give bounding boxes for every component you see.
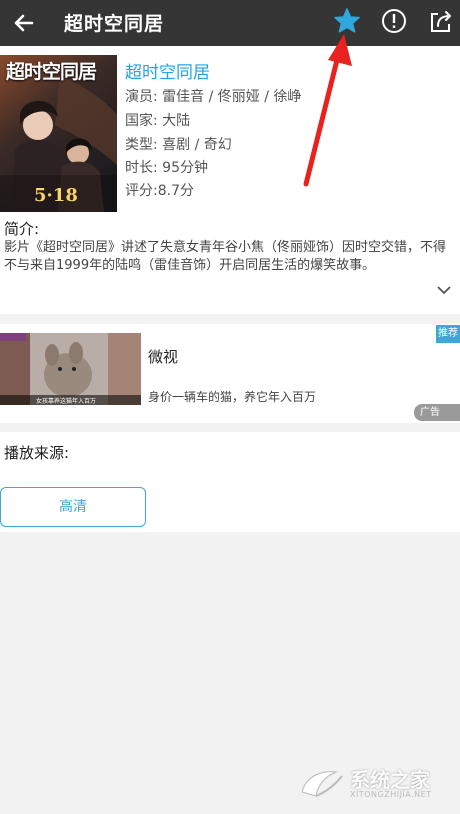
source-label: 播放来源:: [4, 444, 70, 462]
ad-cat-thumbnail: 女孩靠养这猫年入百万: [0, 333, 141, 405]
watermark-url: XITONGZHIJIA.NET: [350, 790, 432, 799]
ad-card[interactable]: 女孩靠养这猫年入百万 微视 身价一辆车的猫，养它年入百万 推荐 广告: [0, 324, 460, 423]
watermark-logo-icon: [301, 771, 343, 797]
poster-title-text: 超时空同居: [6, 61, 97, 83]
top-bar: 超时空同居: [0, 0, 460, 46]
watermark-text: 系统之家: [350, 768, 430, 792]
recommend-tag: 推荐: [436, 325, 460, 343]
movie-rating: 评分:8.7分: [125, 183, 194, 199]
report-icon[interactable]: [379, 6, 409, 36]
ad-badge: 广告: [414, 404, 460, 421]
play-source-section: 播放来源: 高清: [0, 432, 460, 532]
page-title: 超时空同居: [64, 13, 165, 35]
ad-description[interactable]: 身价一辆车的猫，养它年入百万: [148, 388, 316, 405]
movie-duration: 时长: 95分钟: [125, 160, 208, 176]
movie-country: 国家: 大陆: [125, 113, 191, 129]
hd-source-button[interactable]: 高清: [0, 487, 146, 527]
back-arrow-icon[interactable]: [8, 6, 42, 40]
movie-genre: 类型: 喜剧 / 奇幻: [125, 137, 232, 153]
ad-title[interactable]: 微视: [148, 346, 178, 367]
poster-release-date: 5·18: [34, 185, 78, 206]
movie-title: 超时空同居: [125, 63, 210, 83]
ad-image-caption: 女孩靠养这猫年入百万: [36, 397, 96, 405]
movie-info-card: 超时空同居 5·18 超时空同居 演员: 雷佳音 / 佟丽娅 / 徐峥 国家: …: [0, 46, 460, 314]
intro-label: 简介:: [4, 220, 40, 238]
intro-text: 影片《超时空同居》讲述了失意女青年谷小焦（佟丽娅饰）因时空交错，不得不与来自19…: [4, 240, 447, 273]
movie-poster[interactable]: 超时空同居 5·18: [0, 55, 117, 212]
favorite-star-icon[interactable]: [332, 6, 362, 36]
watermark: 系统之家 XITONGZHIJIA.NET: [296, 762, 456, 804]
chevron-down-icon[interactable]: [436, 284, 452, 296]
share-icon[interactable]: [426, 6, 456, 36]
movie-actors: 演员: 雷佳音 / 佟丽娅 / 徐峥: [125, 89, 302, 105]
ad-image[interactable]: 女孩靠养这猫年入百万: [0, 333, 141, 405]
